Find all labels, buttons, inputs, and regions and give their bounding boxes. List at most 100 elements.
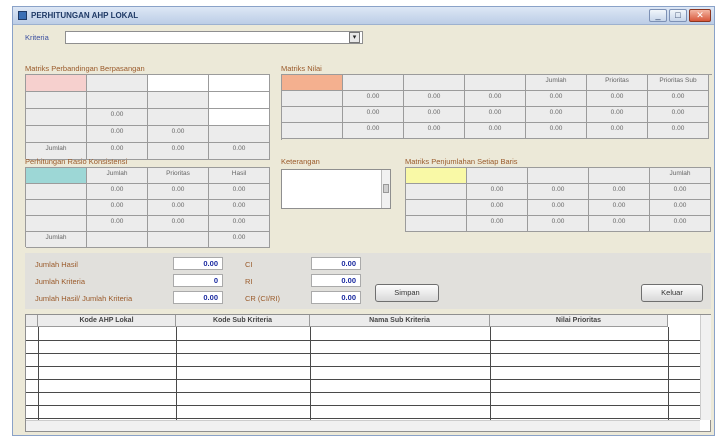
grid-cell[interactable]: 0.00 [343,91,404,107]
jumlah-kriteria-input[interactable]: 0 [173,274,223,287]
grid-cell[interactable] [26,216,87,232]
grid-cell[interactable]: Hasil [209,168,270,184]
grid-cell[interactable] [467,168,528,184]
grid-cell[interactable] [26,184,87,200]
ahp-lokal-table[interactable]: Kode AHP Lokal Kode Sub Kriteria Nama Su… [25,314,711,432]
col-nilai-prioritas[interactable]: Nilai Prioritas [490,315,668,327]
grid-cell[interactable] [209,126,270,143]
grid-cell[interactable] [87,75,148,92]
maximize-button[interactable]: □ [669,9,687,22]
grid-cell[interactable]: 0.00 [526,123,587,139]
grid-cell[interactable]: 0.00 [650,216,711,232]
grid-cell[interactable] [282,75,343,91]
grid-cell[interactable] [406,168,467,184]
grid-cell[interactable]: 0.00 [209,143,270,160]
grid-cell[interactable] [87,232,148,248]
grid-cell[interactable]: Prioritas [148,168,209,184]
grid-cell[interactable]: 0.00 [209,232,270,248]
grid-cell[interactable]: 0.00 [589,216,650,232]
col-nama-sub-kriteria[interactable]: Nama Sub Kriteria [310,315,490,327]
grid-cell[interactable] [282,123,343,139]
grid-cell[interactable] [26,126,87,143]
title-bar[interactable]: PERHITUNGAN AHP LOKAL _ □ ✕ [13,7,714,25]
col-kode-ahp-lokal[interactable]: Kode AHP Lokal [38,315,176,327]
grid-cell[interactable]: 0.00 [343,107,404,123]
grid-cell[interactable]: 0.00 [587,91,648,107]
keterangan-scrollbar[interactable] [381,170,390,208]
grid-cell[interactable]: 0.00 [87,126,148,143]
grid-cell[interactable] [26,109,87,126]
grid-cell[interactable]: Prioritas [587,75,648,91]
grid-cell[interactable]: 0.00 [467,200,528,216]
grid-cell[interactable]: Prioritas Sub [648,75,709,91]
grid-cell[interactable] [465,75,526,91]
grid-cell[interactable]: 0.00 [209,216,270,232]
grid-cell[interactable] [589,168,650,184]
keluar-button[interactable]: Keluar [641,284,703,302]
grid-cell[interactable]: 0.00 [148,216,209,232]
grid-cell[interactable]: 0.00 [467,216,528,232]
minimize-button[interactable]: _ [649,9,667,22]
keterangan-textarea[interactable] [281,169,391,209]
simpan-button[interactable]: Simpan [375,284,439,302]
grid-cell[interactable]: 0.00 [528,184,589,200]
grid-cell[interactable]: 0.00 [209,184,270,200]
grid-cell[interactable]: Jumlah [87,168,148,184]
grid-cell[interactable]: 0.00 [87,184,148,200]
grid-cell[interactable]: 0.00 [148,200,209,216]
grid-cell[interactable]: Jumlah [526,75,587,91]
grid-cell[interactable] [209,92,270,109]
grid-cell[interactable]: Jumlah [26,232,87,248]
grid-cell[interactable]: 0.00 [587,123,648,139]
grid-cell[interactable] [148,109,209,126]
scroll-thumb[interactable] [383,184,389,193]
grid-cell[interactable] [148,75,209,92]
grid-cell[interactable]: 0.00 [650,200,711,216]
grid-cell[interactable]: Jumlah [650,168,711,184]
grid-cell[interactable]: 0.00 [528,216,589,232]
grid-cell[interactable]: 0.00 [650,184,711,200]
grid-cell[interactable] [26,75,87,92]
grid-cell[interactable] [26,168,87,184]
close-button[interactable]: ✕ [689,9,711,22]
grid-cell[interactable] [282,91,343,107]
grid-cell[interactable]: 0.00 [467,184,528,200]
grid-cell[interactable]: 0.00 [528,200,589,216]
grid-cell[interactable] [209,75,270,92]
grid-cell[interactable]: 0.00 [465,107,526,123]
grid-cell[interactable]: 0.00 [148,184,209,200]
grid-cell[interactable]: 0.00 [148,143,209,160]
grid-cell[interactable] [148,232,209,248]
grid-cell[interactable] [282,107,343,123]
grid-cell[interactable]: 0.00 [465,91,526,107]
grid-cell[interactable]: 0.00 [526,107,587,123]
grid-cell[interactable]: 0.00 [648,123,709,139]
grid-cell[interactable]: 0.00 [87,200,148,216]
grid-cell[interactable]: 0.00 [648,107,709,123]
kriteria-select[interactable] [65,31,363,44]
grid-cell[interactable] [26,200,87,216]
grid-cell[interactable] [148,92,209,109]
grid-cell[interactable]: 0.00 [589,200,650,216]
grid-cell[interactable] [406,200,467,216]
table-vertical-scrollbar[interactable] [700,315,711,420]
grid-cell[interactable]: 0.00 [148,126,209,143]
grid-cell[interactable] [343,75,404,91]
grid-cell[interactable] [26,92,87,109]
col-kode-sub-kriteria[interactable]: Kode Sub Kriteria [176,315,310,327]
grid-cell[interactable]: 0.00 [209,200,270,216]
grid-cell[interactable]: 0.00 [343,123,404,139]
grid-cell[interactable]: 0.00 [648,91,709,107]
grid-cell[interactable] [87,92,148,109]
grid-cell[interactable]: 0.00 [589,184,650,200]
grid-cell[interactable]: 0.00 [404,123,465,139]
grid-cell[interactable] [406,216,467,232]
grid-cell[interactable]: 0.00 [87,216,148,232]
grid-cell[interactable] [528,168,589,184]
grid-cell[interactable] [406,184,467,200]
grid-cell[interactable]: 0.00 [404,91,465,107]
grid-cell[interactable]: 0.00 [526,91,587,107]
grid-cell[interactable]: 0.00 [404,107,465,123]
grid-cell[interactable] [404,75,465,91]
grid-cell[interactable]: 0.00 [465,123,526,139]
